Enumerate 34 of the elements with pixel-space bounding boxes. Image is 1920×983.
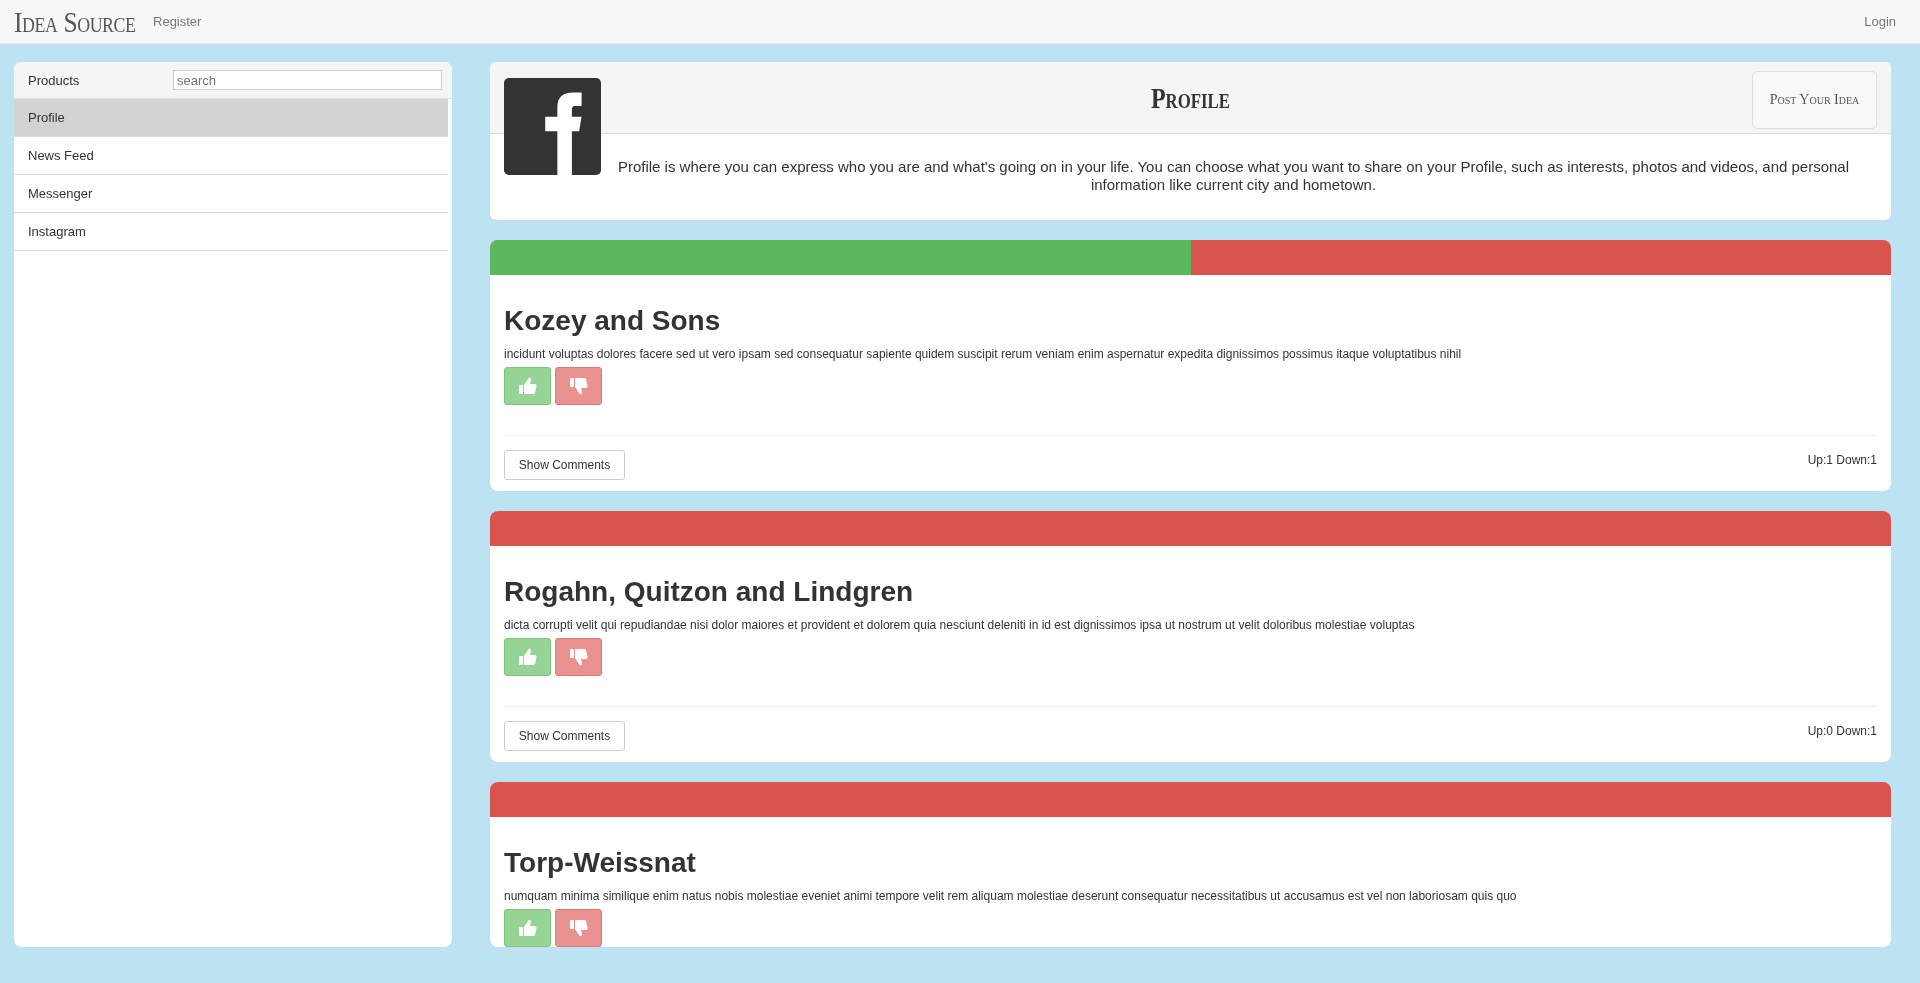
sidebar-item[interactable]: News Feed — [14, 137, 448, 175]
upvote-button[interactable] — [504, 367, 551, 405]
thumbs-down-icon — [568, 918, 589, 938]
nav-link[interactable]: Register — [153, 14, 202, 29]
sidebar-item[interactable]: Profile — [14, 99, 448, 137]
login-link[interactable]: Login — [1864, 14, 1896, 29]
sidebar-item[interactable]: Messenger — [14, 175, 448, 213]
idea-title: Torp-Weissnat — [504, 847, 697, 879]
thumbs-up-icon — [517, 918, 538, 938]
sidebar-heading: Products — [28, 72, 80, 88]
upvote-button[interactable] — [504, 909, 551, 947]
search-field[interactable]: search — [173, 70, 442, 90]
post-idea-button[interactable]: Post Your Idea — [1752, 71, 1877, 129]
product-description: Profile is where you can express who you are and what's going on in your life. You can choose what you want to share on your Profile, such as interests, photos and videos, and personal information like current city and hometown. — [616, 157, 1851, 195]
thumbs-down-icon — [568, 376, 589, 396]
downvote-button[interactable] — [555, 367, 602, 405]
idea-title: Rogahn, Quitzon and Lindgren — [504, 576, 915, 608]
brand-logo[interactable]: Idea Source — [14, 4, 136, 39]
thumbs-up-icon — [517, 647, 538, 667]
show-comments-button[interactable]: Show Comments — [504, 721, 625, 751]
downvote-button[interactable] — [555, 909, 602, 947]
idea-description: dicta corrupti velit qui repudiandae nisi dolor maiores et provident et dolorem quia nesciunt deleniti in id est dignissimos ipsa ut nostrum ut velit doloribus molestiae voluptas — [504, 618, 1416, 632]
sidebar-item[interactable]: Instagram — [14, 213, 448, 251]
product-title: Profile — [1150, 80, 1231, 115]
vote-count: Up:1 Down:1 — [1807, 453, 1877, 467]
idea-description: numquam minima similique enim natus nobis molestiae eveniet animi tempore velit rem aliquam molestiae deserunt consequatur necessitatibus ut accusamus est vel non laboriosam quis quo — [504, 889, 1518, 903]
thumbs-down-icon — [568, 647, 589, 667]
show-comments-button[interactable]: Show Comments — [504, 450, 625, 480]
idea-description: incidunt voluptas dolores facere sed ut vero ipsam sed consequatur sapiente quidem suscipit rerum veniam enim aspernatur expedita dignissimos possimus itaque voluptatibus nihil — [504, 347, 1463, 361]
downvote-button[interactable] — [555, 638, 602, 676]
upvote-button[interactable] — [504, 638, 551, 676]
vote-count: Up:0 Down:1 — [1807, 724, 1877, 738]
thumbs-up-icon — [517, 376, 538, 396]
idea-title: Kozey and Sons — [504, 305, 722, 337]
